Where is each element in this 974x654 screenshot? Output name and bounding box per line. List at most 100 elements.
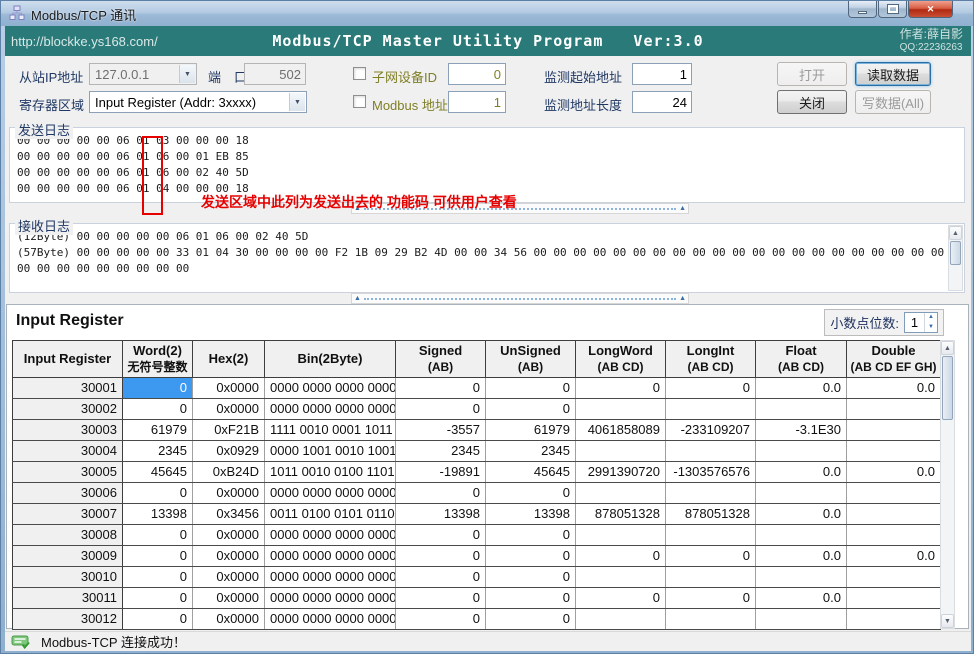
value-cell[interactable]: 0.0: [756, 588, 847, 609]
value-cell[interactable]: 0xB24D: [193, 462, 265, 483]
value-cell[interactable]: 0000 0000 0000 0000: [265, 525, 396, 546]
register-address-cell[interactable]: 30011: [13, 588, 123, 609]
value-cell[interactable]: 0000 0000 0000 0000: [265, 483, 396, 504]
decimal-places-spinner[interactable]: 1 ▲ ▼: [904, 312, 938, 333]
recv-log-vscrollbar[interactable]: ▲: [948, 225, 963, 291]
scroll-thumb[interactable]: [942, 356, 953, 420]
register-address-cell[interactable]: 30005: [13, 462, 123, 483]
value-cell[interactable]: 0: [486, 525, 576, 546]
value-cell[interactable]: 0: [123, 399, 193, 420]
value-cell[interactable]: 0: [486, 399, 576, 420]
value-cell[interactable]: [576, 567, 666, 588]
close-connection-button[interactable]: 关闭: [777, 90, 847, 114]
value-cell[interactable]: 0x0000: [193, 525, 265, 546]
value-cell[interactable]: 45645: [486, 462, 576, 483]
register-address-cell[interactable]: 30004: [13, 441, 123, 462]
start-address-field[interactable]: 1: [632, 63, 692, 85]
value-cell[interactable]: [756, 399, 847, 420]
value-cell[interactable]: [847, 567, 941, 588]
value-cell[interactable]: [576, 399, 666, 420]
value-cell[interactable]: 4061858089: [576, 420, 666, 441]
value-cell[interactable]: [576, 525, 666, 546]
value-cell[interactable]: [847, 525, 941, 546]
value-cell[interactable]: 0: [123, 378, 193, 399]
value-cell[interactable]: 878051328: [576, 504, 666, 525]
value-cell[interactable]: 0: [576, 588, 666, 609]
slave-ip-combobox[interactable]: 127.0.0.1 ▼: [89, 63, 197, 85]
value-cell[interactable]: 2345: [123, 441, 193, 462]
value-cell[interactable]: 0000 0000 0000 0000: [265, 399, 396, 420]
value-cell[interactable]: 13398: [123, 504, 193, 525]
value-cell[interactable]: 0000 0000 0000 0000: [265, 588, 396, 609]
value-cell[interactable]: 0: [486, 546, 576, 567]
value-cell[interactable]: [756, 525, 847, 546]
scroll-track[interactable]: [941, 421, 954, 614]
value-cell[interactable]: [666, 483, 756, 504]
register-area-combobox[interactable]: Input Register (Addr: 3xxxx) ▼: [89, 91, 307, 113]
value-cell[interactable]: [666, 441, 756, 462]
value-cell[interactable]: 0: [123, 588, 193, 609]
value-cell[interactable]: 0x3456: [193, 504, 265, 525]
value-cell[interactable]: 0.0: [847, 462, 941, 483]
value-cell[interactable]: 2345: [396, 441, 486, 462]
value-cell[interactable]: [847, 588, 941, 609]
value-cell[interactable]: 0000 0000 0000 0000: [265, 609, 396, 630]
value-cell[interactable]: 0: [123, 567, 193, 588]
value-cell[interactable]: 0x0000: [193, 588, 265, 609]
column-header[interactable]: Bin(2Byte): [265, 341, 396, 378]
value-cell[interactable]: 2345: [486, 441, 576, 462]
value-cell[interactable]: [666, 525, 756, 546]
chevron-down-icon[interactable]: ▼: [179, 65, 195, 83]
value-cell[interactable]: 2991390720: [576, 462, 666, 483]
scroll-up-icon[interactable]: ▲: [949, 226, 962, 240]
column-header[interactable]: Float(AB CD): [756, 341, 847, 378]
column-header[interactable]: LongInt(AB CD): [666, 341, 756, 378]
value-cell[interactable]: 0: [123, 546, 193, 567]
register-address-cell[interactable]: 30009: [13, 546, 123, 567]
value-cell[interactable]: [847, 504, 941, 525]
register-address-cell[interactable]: 30007: [13, 504, 123, 525]
read-data-button[interactable]: 读取数据: [855, 62, 931, 86]
value-cell[interactable]: 13398: [486, 504, 576, 525]
modbus-address-field[interactable]: 1: [448, 91, 506, 113]
column-header[interactable]: Hex(2): [193, 341, 265, 378]
port-field[interactable]: 502: [244, 63, 306, 85]
register-address-cell[interactable]: 30002: [13, 399, 123, 420]
register-address-cell[interactable]: 30012: [13, 609, 123, 630]
value-cell[interactable]: 0: [396, 378, 486, 399]
subnet-id-field[interactable]: 0: [448, 63, 506, 85]
scroll-thumb[interactable]: [950, 241, 961, 265]
value-cell[interactable]: 0.0: [756, 462, 847, 483]
value-cell[interactable]: [847, 441, 941, 462]
value-cell[interactable]: 0: [486, 483, 576, 504]
value-cell[interactable]: 0011 0100 0101 0110: [265, 504, 396, 525]
value-cell[interactable]: [576, 441, 666, 462]
recv-log-hscrollbar[interactable]: ▲ ▲: [351, 293, 689, 304]
value-cell[interactable]: 0x0000: [193, 483, 265, 504]
value-cell[interactable]: 0x0000: [193, 609, 265, 630]
scroll-right-icon[interactable]: ▲: [677, 205, 688, 212]
value-cell[interactable]: 0: [123, 525, 193, 546]
column-header[interactable]: LongWord(AB CD): [576, 341, 666, 378]
value-cell[interactable]: 0: [486, 609, 576, 630]
address-length-field[interactable]: 24: [632, 91, 692, 113]
scroll-track[interactable]: [364, 298, 676, 300]
table-vscrollbar[interactable]: ▲ ▼: [940, 340, 955, 629]
value-cell[interactable]: 0: [486, 378, 576, 399]
value-cell[interactable]: -1303576576: [666, 462, 756, 483]
value-cell[interactable]: 0: [486, 567, 576, 588]
value-cell[interactable]: 0: [396, 588, 486, 609]
value-cell[interactable]: -3.1E30: [756, 420, 847, 441]
register-address-cell[interactable]: 30010: [13, 567, 123, 588]
scroll-track[interactable]: [949, 266, 962, 290]
value-cell[interactable]: 0: [486, 588, 576, 609]
value-cell[interactable]: 61979: [123, 420, 193, 441]
value-cell[interactable]: [756, 441, 847, 462]
scroll-down-icon[interactable]: ▼: [941, 614, 954, 628]
titlebar[interactable]: Modbus/TCP 通讯 ✕: [1, 1, 974, 26]
value-cell[interactable]: 0: [576, 378, 666, 399]
scroll-right-icon[interactable]: ▲: [677, 295, 688, 302]
value-cell[interactable]: 0: [666, 588, 756, 609]
value-cell[interactable]: 0: [396, 609, 486, 630]
value-cell[interactable]: [666, 567, 756, 588]
